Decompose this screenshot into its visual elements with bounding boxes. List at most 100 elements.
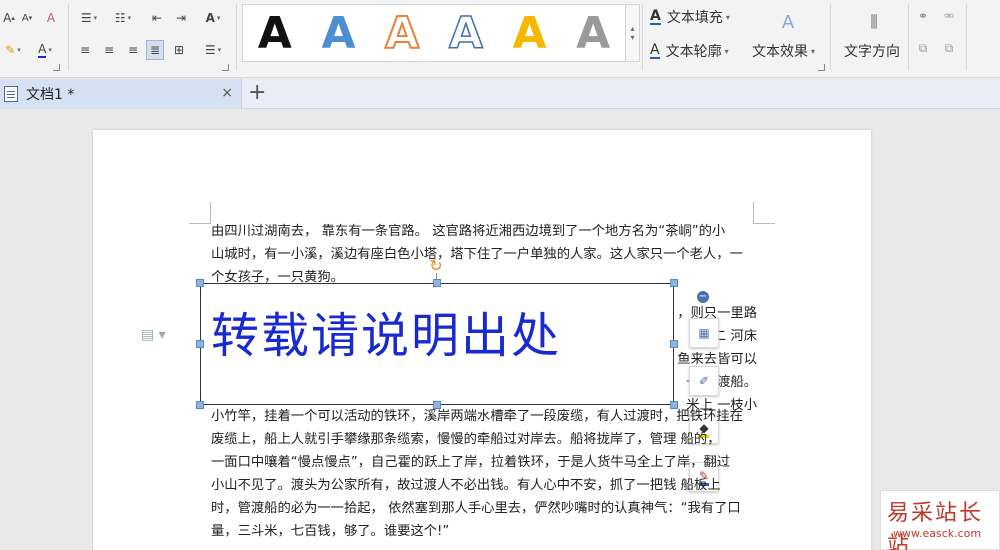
font-color-button[interactable]: A ▾	[30, 40, 60, 60]
text-line: 废缆上，船上人就引手攀缘那条缆索，慢慢的牵船过对岸去。船将拢岸了，管理 船的，	[211, 432, 721, 447]
shape-style-button[interactable]: ✐	[689, 366, 719, 396]
chevron-down-icon: ▾	[811, 46, 816, 56]
divider	[236, 4, 237, 70]
justify-button[interactable]: ≣	[146, 40, 164, 60]
tab-title: 文档1 *	[26, 87, 75, 103]
align-left-icon: ≡	[79, 43, 91, 57]
prev-textbox-button[interactable]: ⧉	[914, 38, 932, 58]
divider	[642, 4, 643, 70]
numbered-list-button[interactable]: ☷ ▾	[110, 8, 136, 28]
text-line: 小山不见了。渡头为公家所有，故过渡人不必出钱。有人心中不安，抓了一把钱 船板上	[211, 478, 721, 493]
text-line: 由四川过湖南去， 靠东有一条官路。 这官路将近湘西边境到了一个地方名为“茶峒”的…	[211, 224, 726, 239]
clear-format-button[interactable]: A	[42, 8, 60, 28]
wordart-style-gold[interactable]: A	[498, 5, 562, 61]
font-size-icon: A	[205, 11, 215, 25]
paragraph-dialog-launcher[interactable]	[222, 64, 229, 71]
text-line: 山城时，有一小溪，溪边有座白色小塔，塔下住了一户单独的人家。这人家只一个老人，一	[211, 247, 743, 262]
text-line: 量，三斗米，七百钱，够了。谁要这个!”	[211, 524, 450, 539]
text-direction-label: 文字方向	[844, 44, 900, 60]
layout-options-button[interactable]: ▦	[689, 318, 719, 348]
wordart-style-blue-outline[interactable]: A	[434, 5, 498, 61]
text-direction-icon: ⫼	[870, 12, 878, 31]
divider	[68, 4, 69, 70]
document-icon	[4, 86, 18, 102]
resize-handle-top-right[interactable]	[670, 279, 678, 287]
outdent-icon: ⇤	[151, 11, 163, 25]
align-center-icon: ≡	[103, 43, 115, 57]
pen-icon: ✐	[698, 374, 710, 388]
text-direction-button[interactable]: 文字方向	[844, 40, 900, 62]
collapse-float-toolbar-icon[interactable]: −	[697, 291, 709, 303]
link-icon: ⚭	[917, 9, 929, 23]
align-center-button[interactable]: ≡	[100, 40, 118, 60]
wordart-style-blue[interactable]: A	[307, 5, 371, 61]
text-size-button[interactable]: A ▾	[198, 8, 228, 28]
justify-icon: ≣	[149, 43, 161, 57]
chevron-down-icon: ▾	[630, 33, 635, 42]
resize-handle-right[interactable]	[670, 340, 678, 348]
text-dialog-launcher[interactable]	[818, 64, 825, 71]
grow-font-button[interactable]: A ▴	[0, 8, 18, 28]
resize-handle-top-left[interactable]	[196, 279, 204, 287]
resize-handle-left[interactable]	[196, 340, 204, 348]
distribute-icon: ⊞	[173, 43, 185, 57]
bullet-list-button[interactable]: ☰ ▾	[76, 8, 102, 28]
close-tab-icon[interactable]: ×	[221, 85, 233, 101]
prev-textbox-icon: ⧉	[918, 40, 928, 55]
text-outline-icon: A	[650, 42, 660, 59]
text-outline-label: 文本轮廓	[665, 44, 722, 60]
text-fill-label: 文本填充	[666, 10, 723, 26]
watermark-logo: 易采站长站 www.easck.com	[880, 490, 1000, 550]
text-fill-icon: A	[650, 8, 661, 25]
next-textbox-icon: ⧉	[944, 40, 954, 55]
watermark-name: 易采站长站	[887, 501, 984, 550]
indent-icon: ⇥	[175, 11, 187, 25]
divider	[966, 4, 967, 70]
wordart-style-orange-outline[interactable]: A	[370, 5, 434, 61]
tab-document1[interactable]: 文档1 * ×	[0, 79, 242, 109]
wordart-textbox[interactable]: 转载请说明出处	[200, 283, 674, 405]
align-left-button[interactable]: ≡	[76, 40, 94, 60]
watermark-url: www.easck.com	[893, 527, 982, 540]
next-textbox-button[interactable]: ⧉	[940, 38, 958, 58]
increase-indent-button[interactable]: ⇥	[172, 8, 190, 28]
text-effect-button[interactable]: 文本效果 ▾	[752, 40, 815, 62]
text-outline-button[interactable]: A 文本轮廓 ▾	[650, 40, 729, 62]
line-spacing-button[interactable]: ☰ ▾	[198, 40, 228, 60]
gallery-more-button[interactable]: ▴ ▾	[626, 4, 640, 62]
wordart-style-gray[interactable]: A	[561, 5, 625, 61]
divider	[830, 4, 831, 70]
document-page[interactable]: 由四川过湖南去， 靠东有一条官路。 这官路将近湘西边境到了一个地方名为“茶峒”的…	[93, 130, 871, 550]
eraser-icon: A	[46, 11, 56, 25]
ribbon-toolbar: A ▴ A ▾ A ☰ ▾ ☷ ▾ ⇤ ⇥ A ▾ ✎ ▾ A ▾ ≡ ≡ ≡ ≣ ⊞ ☰ ▾ …	[0, 0, 1000, 78]
unlink-icon: ⚮	[943, 9, 955, 23]
resize-handle-bottom-left[interactable]	[196, 401, 204, 409]
highlight-button[interactable]: ✎ ▾	[0, 40, 26, 60]
text-line: 一面口中嚷着“慢点慢点”，自己霍的跃上了岸，拉着铁环，于是人货牛马全上了岸，翻过	[211, 455, 731, 470]
rotate-handle-icon[interactable]: ↻	[428, 258, 444, 274]
text-effect-label: 文本效果	[752, 44, 808, 60]
grow-font-icon: A	[3, 11, 12, 25]
bullet-list-icon: ☰	[80, 11, 92, 25]
link-textbox-button[interactable]: ⚭	[914, 6, 932, 26]
wordart-style-black[interactable]: A	[243, 5, 307, 61]
divider	[908, 4, 909, 70]
wordart-text[interactable]: 转载请说明出处	[211, 296, 561, 366]
font-dialog-launcher[interactable]	[53, 64, 60, 71]
align-right-button[interactable]: ≡	[124, 40, 142, 60]
text-fill-button[interactable]: A 文本填充 ▾	[650, 6, 730, 28]
chevron-down-icon: ▾	[724, 46, 729, 56]
crop-mark-top-left	[189, 202, 211, 224]
numbered-list-icon: ☷	[114, 11, 126, 25]
wordart-styles-gallery: A A A A A A	[242, 4, 626, 62]
document-canvas: 由四川过湖南去， 靠东有一条官路。 这官路将近湘西边境到了一个地方名为“茶峒”的…	[0, 110, 1000, 550]
decrease-indent-button[interactable]: ⇤	[148, 8, 166, 28]
distribute-button[interactable]: ⊞	[170, 40, 188, 60]
font-color-icon: A	[38, 41, 47, 58]
paragraph-bottom[interactable]: 小竹竿，挂着一个可以活动的铁环，溪岸两端水槽牵了一段废缆，有人过渡时，把铁环挂在…	[211, 405, 756, 543]
paragraph-menu-icon[interactable]: ▤ ▾	[141, 327, 166, 343]
resize-handle-top[interactable]	[433, 279, 441, 287]
new-tab-button[interactable]: +	[248, 82, 266, 104]
shrink-font-button[interactable]: A ▾	[18, 8, 36, 28]
unlink-textbox-button[interactable]: ⚮	[940, 6, 958, 26]
